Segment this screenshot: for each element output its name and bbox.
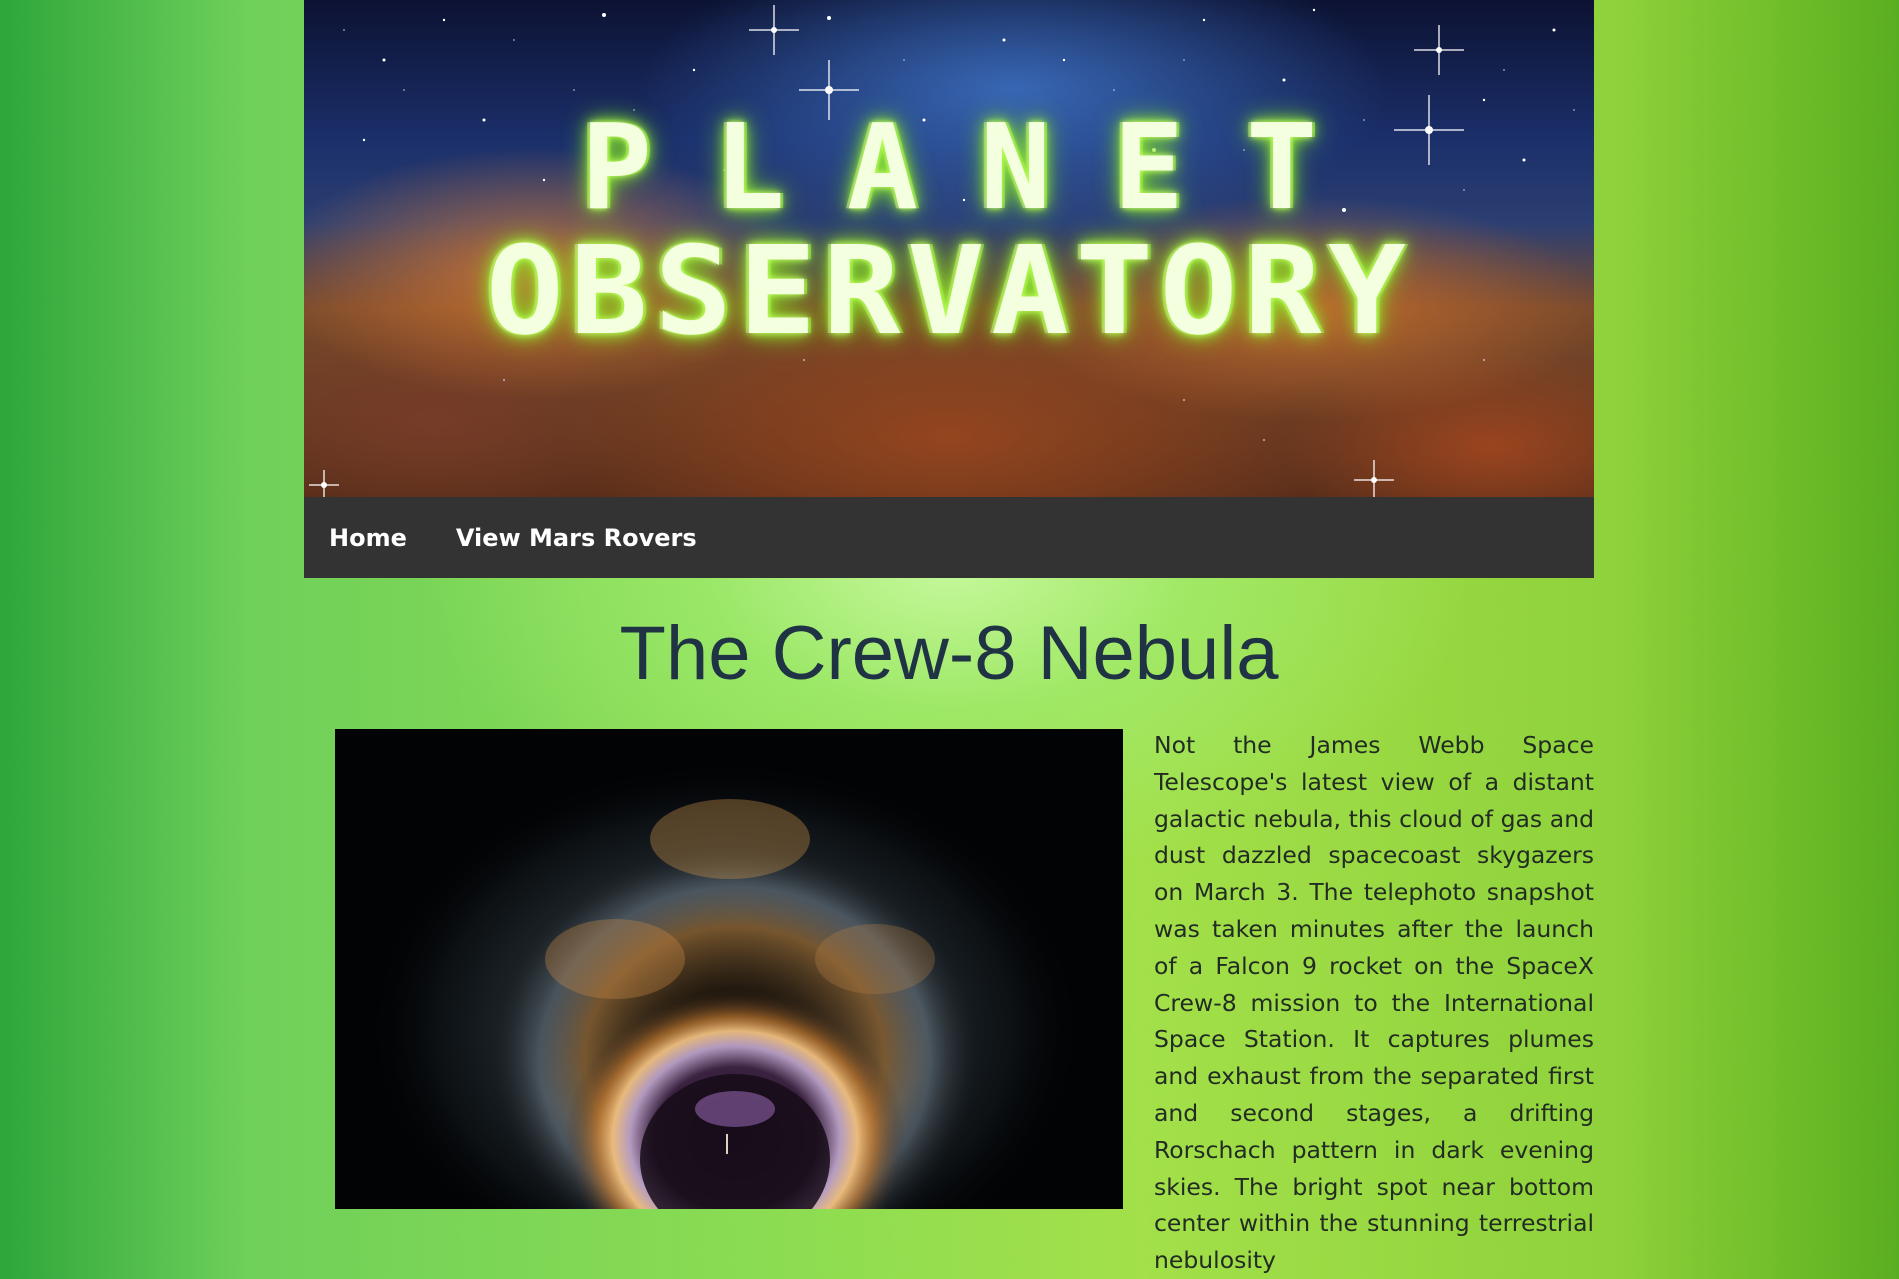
banner-title-line2: OBSERVATORY (485, 220, 1413, 362)
article-description: Not the James Webb Space Telescope's lat… (1154, 731, 1594, 1275)
nav-home-link[interactable]: Home (329, 524, 407, 552)
page-container: PLANET OBSERVATORY Home View Mars Rovers… (304, 0, 1594, 1274)
article-section: Not the James Webb Space Telescope's lat… (304, 729, 1594, 1274)
rocket-plume-image (335, 729, 1123, 1209)
banner-title-line1: PLANET (580, 98, 1380, 236)
main-navigation: Home View Mars Rovers (304, 497, 1594, 578)
nebula-photo (335, 729, 1123, 1209)
nav-view-mars-rovers-link[interactable]: View Mars Rovers (456, 524, 697, 552)
site-banner: PLANET OBSERVATORY (304, 0, 1594, 497)
page-title: The Crew-8 Nebula (619, 611, 1279, 696)
